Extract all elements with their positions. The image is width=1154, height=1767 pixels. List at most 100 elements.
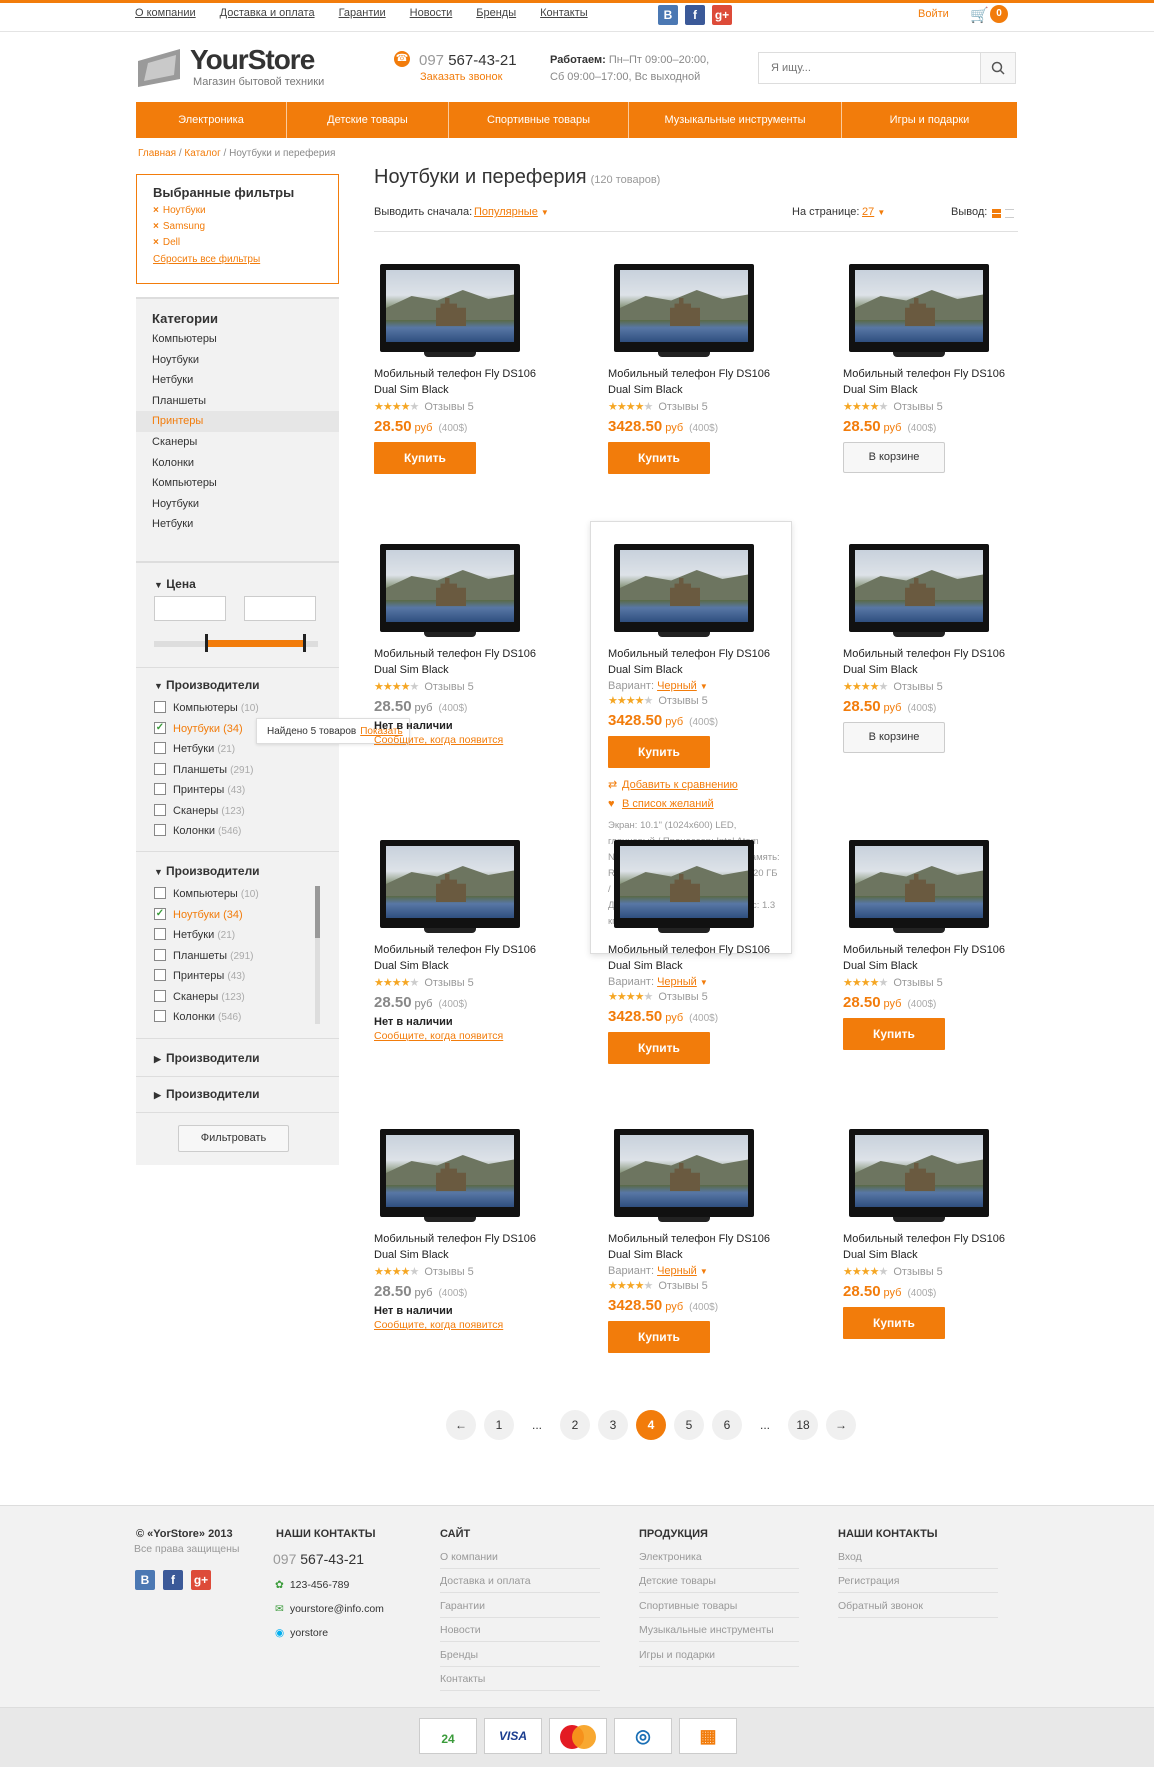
checkbox[interactable] [154,990,166,1003]
product-name[interactable]: Мобильный телефон Fly DS106 Dual Sim Blac… [374,942,552,974]
manufacturer-option[interactable]: ✓ Ноутбуки (34) [154,908,243,922]
footer-link[interactable]: Обратный звонок [838,1600,998,1618]
checkbox[interactable] [154,1010,166,1023]
footer-link[interactable]: Контакты [440,1673,600,1691]
buy-button[interactable]: Купить [608,1321,710,1353]
in-cart-button[interactable]: В корзине [843,722,945,753]
scrollbar-thumb[interactable] [315,886,320,938]
manufacturer-option[interactable]: Принтеры (43) [154,969,245,983]
category-item-active[interactable]: Принтеры [136,411,339,432]
footer-link[interactable]: Гарантии [440,1600,600,1618]
logo-icon[interactable] [138,49,180,87]
vk-icon[interactable]: B [658,5,678,25]
footer-skype[interactable]: ◉ yorstore [275,1627,328,1639]
reviews-link[interactable]: Отзывы 5 [424,681,473,693]
topnav-about[interactable]: О компании [135,7,196,19]
footer-link[interactable]: Бренды [440,1649,600,1667]
category-item[interactable]: Нетбуки [136,514,339,535]
google-plus-icon[interactable]: g+ [712,5,732,25]
reviews-link[interactable]: Отзывы 5 [424,977,473,989]
checkbox[interactable] [154,701,166,714]
buy-button[interactable]: Купить [608,736,710,768]
cart-icon[interactable]: 🛒 [970,6,989,24]
manufacturers-group-title[interactable]: ▼ Производители [154,678,260,692]
nav-sports[interactable]: Спортивные товары [449,102,629,138]
reviews-link[interactable]: Отзывы 5 [424,401,473,413]
variant-select[interactable]: Вариант: Черный ▼ [608,976,788,988]
google-plus-icon[interactable]: g+ [191,1570,211,1590]
manufacturer-option[interactable]: Колонки (546) [154,824,241,838]
product-card[interactable]: Мобильный телефон Fly DS106 Dual Sim Blac… [608,840,788,1064]
product-image[interactable] [380,544,520,638]
manufacturers-group-title[interactable]: ▼ Производители [154,864,260,878]
notify-link[interactable]: Сообщите, когда появится [374,1319,554,1331]
footer-link[interactable]: Вход [838,1551,998,1569]
product-card[interactable]: Мобильный телефон Fly DS106 Dual Sim Blac… [608,264,788,474]
grid-view-icon[interactable] [992,209,1001,218]
manufacturer-option[interactable]: Планшеты (291) [154,763,253,777]
topnav-news[interactable]: Новости [410,7,453,19]
product-card[interactable]: Мобильный телефон Fly DS106 Dual Sim Blac… [374,544,554,746]
product-image[interactable] [614,1129,754,1223]
product-image[interactable] [380,264,520,358]
facebook-icon[interactable]: f [685,5,705,25]
category-item[interactable]: Компьютеры [136,473,339,494]
price-filter-title[interactable]: ▼ Цена [154,577,196,591]
checkbox[interactable] [154,783,166,796]
product-card[interactable]: Мобильный телефон Fly DS106 Dual Sim Blac… [843,1129,1023,1339]
manufacturer-option[interactable]: Колонки (546) [154,1010,241,1024]
product-name[interactable]: Мобильный телефон Fly DS106 Dual Sim Blac… [608,366,786,398]
topnav-delivery[interactable]: Доставка и оплата [220,7,315,19]
footer-link[interactable]: Новости [440,1624,600,1643]
filter-chip[interactable]: × Samsung [153,221,322,232]
buy-button[interactable]: Купить [843,1018,945,1050]
compare-link[interactable]: ⇄ Добавить к сравнению [608,778,788,791]
product-image[interactable] [380,1129,520,1223]
product-image[interactable] [614,840,754,934]
price-slider-max-handle[interactable] [303,634,306,652]
pager-next-icon[interactable]: → [826,1410,856,1440]
checkbox[interactable] [154,949,166,962]
filter-button[interactable]: Фильтровать [178,1125,289,1152]
product-card[interactable]: Мобильный телефон Fly DS106 Dual Sim Blac… [843,544,1023,753]
product-card[interactable]: Мобильный телефон Fly DS106 Dual Sim Blac… [843,840,1023,1050]
list-view-icon[interactable] [1005,209,1014,218]
product-card[interactable]: Мобильный телефон Fly DS106 Dual Sim Blac… [374,840,554,1042]
remove-icon[interactable]: × [153,237,159,248]
logo-title[interactable]: YourStore [190,44,315,76]
nav-games[interactable]: Игры и подарки [842,102,1017,138]
price-slider-min-handle[interactable] [205,634,208,652]
manufacturers-group-title[interactable]: ▶ Производители [154,1051,260,1065]
checkbox[interactable] [154,887,166,900]
pager-page[interactable]: 5 [674,1410,704,1440]
footer-link[interactable]: Музыкальные инструменты [639,1624,799,1643]
manufacturer-option[interactable]: Компьютеры (10) [154,887,259,901]
footer-link[interactable]: Электроника [639,1551,799,1569]
buy-button[interactable]: Купить [843,1307,945,1339]
product-name[interactable]: Мобильный телефон Fly DS106 Dual Sim Blac… [374,646,552,678]
wishlist-link[interactable]: ♥ В список желаний [608,798,788,810]
product-name[interactable]: Мобильный телефон Fly DS106 Dual Sim Blac… [374,366,552,398]
checkbox[interactable] [154,763,166,776]
product-name[interactable]: Мобильный телефон Fly DS106 Dual Sim Blac… [843,366,1021,398]
nav-kids[interactable]: Детские товары [287,102,449,138]
reviews-link[interactable]: Отзывы 5 [893,1266,942,1278]
category-item[interactable]: Колонки [136,453,339,474]
notify-link[interactable]: Сообщите, когда появится [374,734,554,746]
product-image[interactable] [849,840,989,934]
product-card[interactable]: Мобильный телефон Fly DS106 Dual Sim Blac… [843,264,1023,473]
product-card[interactable]: Мобильный телефон Fly DS106 Dual Sim Blac… [374,1129,554,1331]
topnav-brands[interactable]: Бренды [476,7,516,19]
breadcrumb-catalog[interactable]: Каталог [184,148,220,159]
product-image[interactable] [849,1129,989,1223]
reviews-link[interactable]: Отзывы 5 [658,401,707,413]
in-cart-button[interactable]: В корзине [843,442,945,473]
checkbox[interactable] [154,969,166,982]
per-page-select[interactable]: 27 ▼ [862,206,885,218]
pager-page-current[interactable]: 4 [636,1410,666,1440]
reviews-link[interactable]: Отзывы 5 [893,681,942,693]
product-name[interactable]: Мобильный телефон Fly DS106 Dual Sim Blac… [843,942,1021,974]
checkbox[interactable] [154,742,166,755]
footer-link[interactable]: Регистрация [838,1575,998,1594]
nav-electronics[interactable]: Электроника [136,102,287,138]
